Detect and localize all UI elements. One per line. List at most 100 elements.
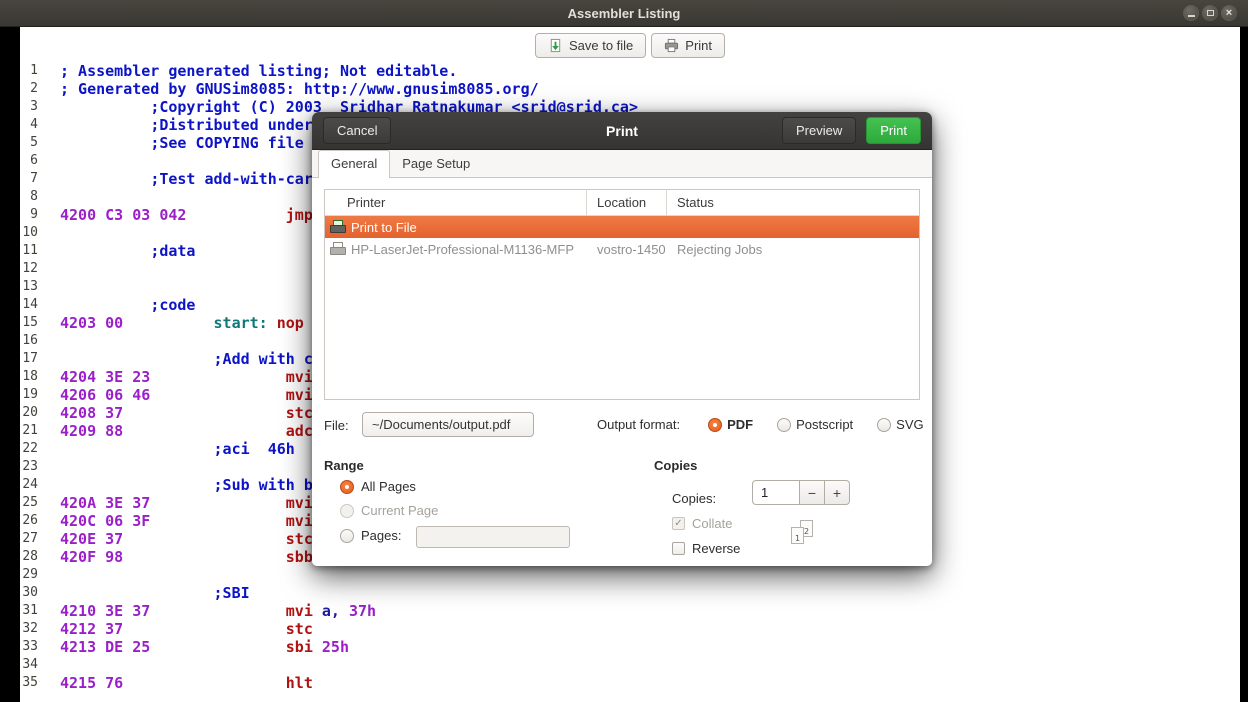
copies-input[interactable] (752, 480, 800, 505)
cancel-button[interactable]: Cancel (323, 117, 391, 144)
line-number: 21 (20, 422, 38, 440)
line-number: 14 (20, 296, 38, 314)
line-number: 32 (20, 620, 38, 638)
reverse-option: Reverse (672, 541, 740, 556)
line-number: 28 (20, 548, 38, 566)
printer-name: Print to File (351, 220, 417, 235)
print-button-label: Print (685, 38, 712, 53)
printer-list-header: Printer Location Status (325, 190, 919, 216)
print-dialog: Print Cancel Preview Print General Page … (312, 112, 932, 566)
reverse-label[interactable]: Reverse (692, 541, 740, 556)
line-number: 11 (20, 242, 38, 260)
save-icon (548, 38, 563, 53)
code-line: 34 (20, 656, 1240, 674)
toolbar: Save to file Print (20, 27, 1240, 58)
radio-pages[interactable] (340, 529, 354, 543)
printer-row-print-to-file[interactable]: Print to File (325, 216, 919, 238)
radio-postscript[interactable] (777, 418, 791, 432)
reverse-checkbox[interactable] (672, 542, 685, 555)
radio-pdf[interactable] (708, 418, 722, 432)
print-icon (664, 38, 679, 53)
collate-pages-icon: 2 1 (791, 520, 817, 548)
line-number: 3 (20, 98, 38, 116)
range-current-page-option: Current Page (340, 503, 438, 518)
output-format-row: Output format: PDF Postscript SVG (597, 412, 924, 437)
pages-label[interactable]: Pages: (361, 528, 401, 543)
printer-name: HP-LaserJet-Professional-M1136-MFP (351, 242, 574, 257)
copies-section-title: Copies (654, 458, 697, 473)
line-number: 9 (20, 206, 38, 224)
radio-svg[interactable] (877, 418, 891, 432)
printer-status: Rejecting Jobs (667, 242, 919, 257)
line-number: 12 (20, 260, 38, 278)
line-number: 5 (20, 134, 38, 152)
radio-postscript-label[interactable]: Postscript (796, 417, 853, 432)
line-number: 23 (20, 458, 38, 476)
dialog-print-button[interactable]: Print (866, 117, 921, 144)
printer-location: vostro-1450 (587, 242, 667, 257)
line-number: 27 (20, 530, 38, 548)
line-number: 31 (20, 602, 38, 620)
tab-general[interactable]: General (318, 150, 390, 178)
code-line: 314210 3E 37 mvi a, 37h (20, 602, 1240, 620)
line-number: 17 (20, 350, 38, 368)
dialog-tabs: General Page Setup (312, 150, 932, 178)
column-status[interactable]: Status (667, 190, 919, 215)
all-pages-label[interactable]: All Pages (361, 479, 416, 494)
line-number: 10 (20, 224, 38, 242)
copies-decrement-button[interactable]: − (799, 480, 825, 505)
line-number: 19 (20, 386, 38, 404)
collate-option: Collate (672, 516, 732, 531)
radio-svg-label[interactable]: SVG (896, 417, 923, 432)
window-title: Assembler Listing (568, 6, 681, 21)
line-number: 1 (20, 62, 38, 80)
printer-icon (329, 220, 345, 234)
printer-row-hp-laserjet[interactable]: HP-LaserJet-Professional-M1136-MFP vostr… (325, 238, 919, 260)
line-number: 30 (20, 584, 38, 602)
minimize-button[interactable] (1183, 5, 1199, 21)
line-number: 22 (20, 440, 38, 458)
radio-pdf-label[interactable]: PDF (727, 417, 753, 432)
printer-list: Printer Location Status Print to File HP… (324, 189, 920, 400)
column-printer[interactable]: Printer (325, 190, 587, 215)
dialog-header: Print Cancel Preview Print (312, 112, 932, 150)
pages-input (416, 526, 570, 548)
file-label: File: (324, 418, 349, 433)
preview-button[interactable]: Preview (782, 117, 856, 144)
line-number: 4 (20, 116, 38, 134)
code-line: 1; Assembler generated listing; Not edit… (20, 62, 1240, 80)
file-name-button[interactable]: ~/Documents/output.pdf (362, 412, 534, 437)
copies-spinner: − + (752, 480, 850, 505)
maximize-icon (1207, 10, 1214, 16)
maximize-button[interactable] (1202, 5, 1218, 21)
current-page-label: Current Page (361, 503, 438, 518)
line-number: 25 (20, 494, 38, 512)
collate-checkbox (672, 517, 685, 530)
output-format-label: Output format: (597, 417, 680, 432)
tab-page-setup[interactable]: Page Setup (390, 151, 482, 177)
code-line: 29 (20, 566, 1240, 584)
close-button[interactable]: × (1221, 5, 1237, 21)
titlebar: Assembler Listing × (0, 0, 1248, 27)
code-line: 354215 76 hlt (20, 674, 1240, 692)
printer-icon (329, 242, 345, 256)
line-number: 26 (20, 512, 38, 530)
code-line: 324212 37 stc (20, 620, 1240, 638)
code-line: 334213 DE 25 sbi 25h (20, 638, 1240, 656)
window-controls: × (1183, 5, 1237, 21)
copies-increment-button[interactable]: + (824, 480, 850, 505)
line-number: 34 (20, 656, 38, 674)
line-number: 18 (20, 368, 38, 386)
radio-current-page (340, 504, 354, 518)
print-button[interactable]: Print (651, 33, 725, 58)
minimize-icon (1188, 15, 1195, 17)
radio-all-pages[interactable] (340, 480, 354, 494)
line-number: 33 (20, 638, 38, 656)
line-number: 24 (20, 476, 38, 494)
close-icon: × (1226, 8, 1232, 19)
save-to-file-button[interactable]: Save to file (535, 33, 646, 58)
collate-label: Collate (692, 516, 732, 531)
line-number: 2 (20, 80, 38, 98)
range-all-pages-option: All Pages (340, 479, 416, 494)
column-location[interactable]: Location (587, 190, 667, 215)
